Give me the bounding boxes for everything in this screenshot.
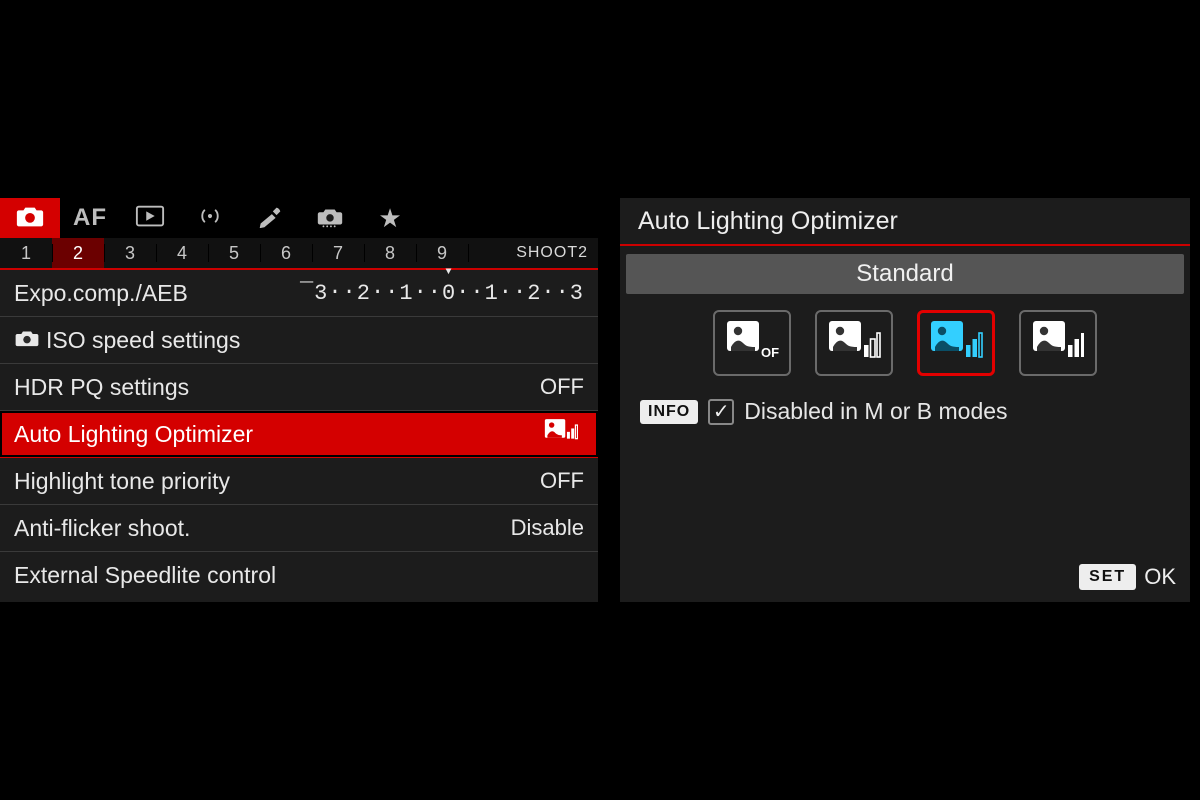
menu-item-external-speedlite[interactable]: External Speedlite control — [0, 552, 598, 599]
subtab-5[interactable]: 5 — [208, 238, 260, 268]
menu-item-label: External Speedlite control — [14, 562, 584, 589]
menu-item-label: HDR PQ settings — [14, 374, 540, 401]
svg-text:OFF: OFF — [761, 345, 779, 360]
subtab-page-label: SHOOT2 — [468, 238, 598, 268]
alo-off-icon: OFF — [725, 319, 779, 368]
menu-item-label: Expo.comp./AEB — [14, 280, 300, 307]
top-tabstrip: AF ★ — [0, 198, 598, 238]
selected-option-label: Standard — [626, 254, 1184, 294]
subtab-6[interactable]: 6 — [260, 238, 312, 268]
menu-item-hdr-pq[interactable]: HDR PQ settings OFF — [0, 364, 598, 411]
menu-item-label: Highlight tone priority — [14, 468, 540, 495]
tab-wireless[interactable] — [180, 198, 240, 238]
check-icon: ✓ — [713, 399, 730, 424]
alo-detail-screen: Auto Lighting Optimizer Standard OFF INF… — [620, 198, 1190, 602]
tab-af-label: AF — [73, 204, 107, 232]
subtab-4[interactable]: 4 — [156, 238, 208, 268]
wrench-icon — [255, 204, 285, 233]
menu-item-value: OFF — [540, 468, 584, 494]
menu-item-text: ISO speed settings — [46, 327, 240, 354]
menu-item-label: ISO speed settings — [14, 327, 584, 354]
alo-standard-icon — [929, 319, 983, 368]
menu-item-expo-comp[interactable]: Expo.comp./AEB ¯3..2..1..0..1..2..3 — [0, 270, 598, 317]
menu-item-auto-lighting-optimizer[interactable]: Auto Lighting Optimizer — [0, 411, 598, 458]
menu-screen-shoot2: AF ★ 1 2 3 4 5 6 — [0, 198, 598, 602]
menu-item-anti-flicker[interactable]: Anti-flicker shoot. Disable — [0, 505, 598, 552]
option-high[interactable] — [1019, 310, 1097, 376]
menu-list: Expo.comp./AEB ¯3..2..1..0..1..2..3 ISO … — [0, 270, 598, 599]
tab-setup[interactable] — [240, 198, 300, 238]
ok-label: OK — [1144, 564, 1176, 590]
alo-high-icon — [1031, 319, 1085, 368]
disabled-modes-label: Disabled in M or B modes — [744, 398, 1007, 425]
exposure-scale: ¯3..2..1..0..1..2..3 — [300, 281, 584, 306]
menu-item-value: OFF — [540, 374, 584, 400]
subtab-8[interactable]: 8 — [364, 238, 416, 268]
camera-icon — [14, 327, 40, 354]
tab-mymenu[interactable]: ★ — [360, 198, 420, 238]
tab-custom[interactable] — [300, 198, 360, 238]
menu-item-value: Disable — [511, 515, 584, 541]
option-off[interactable]: OFF — [713, 310, 791, 376]
option-standard[interactable] — [917, 310, 995, 376]
menu-item-highlight-tone[interactable]: Highlight tone priority OFF — [0, 458, 598, 505]
alo-low-icon — [827, 319, 881, 368]
subtab-3[interactable]: 3 — [104, 238, 156, 268]
menu-item-label: Auto Lighting Optimizer — [14, 421, 544, 448]
menu-item-iso-speed[interactable]: ISO speed settings — [0, 317, 598, 364]
subtab-1[interactable]: 1 — [0, 238, 52, 268]
wireless-icon — [195, 204, 225, 233]
info-toggle-row: INFO ✓ Disabled in M or B modes — [640, 398, 1190, 425]
detail-title: Auto Lighting Optimizer — [620, 198, 1190, 246]
tab-shoot[interactable] — [0, 198, 60, 238]
camera-icon — [15, 204, 45, 233]
option-row: OFF — [620, 310, 1190, 376]
play-icon — [135, 204, 165, 233]
subtab-9[interactable]: 9 — [416, 238, 468, 268]
subtab-2[interactable]: 2 — [52, 238, 104, 268]
tab-af[interactable]: AF — [60, 198, 120, 238]
alo-standard-icon — [544, 418, 578, 450]
disabled-modes-checkbox[interactable]: ✓ — [708, 399, 734, 425]
tab-playback[interactable] — [120, 198, 180, 238]
set-button[interactable]: SET — [1079, 564, 1136, 590]
info-button[interactable]: INFO — [640, 400, 698, 424]
subtab-7[interactable]: 7 — [312, 238, 364, 268]
sub-tabstrip: 1 2 3 4 5 6 7 8 9 SHOOT2 — [0, 238, 598, 270]
star-icon: ★ — [378, 203, 401, 234]
custom-camera-icon — [315, 204, 345, 233]
option-low[interactable] — [815, 310, 893, 376]
set-ok-hint: SET OK — [1079, 564, 1176, 590]
